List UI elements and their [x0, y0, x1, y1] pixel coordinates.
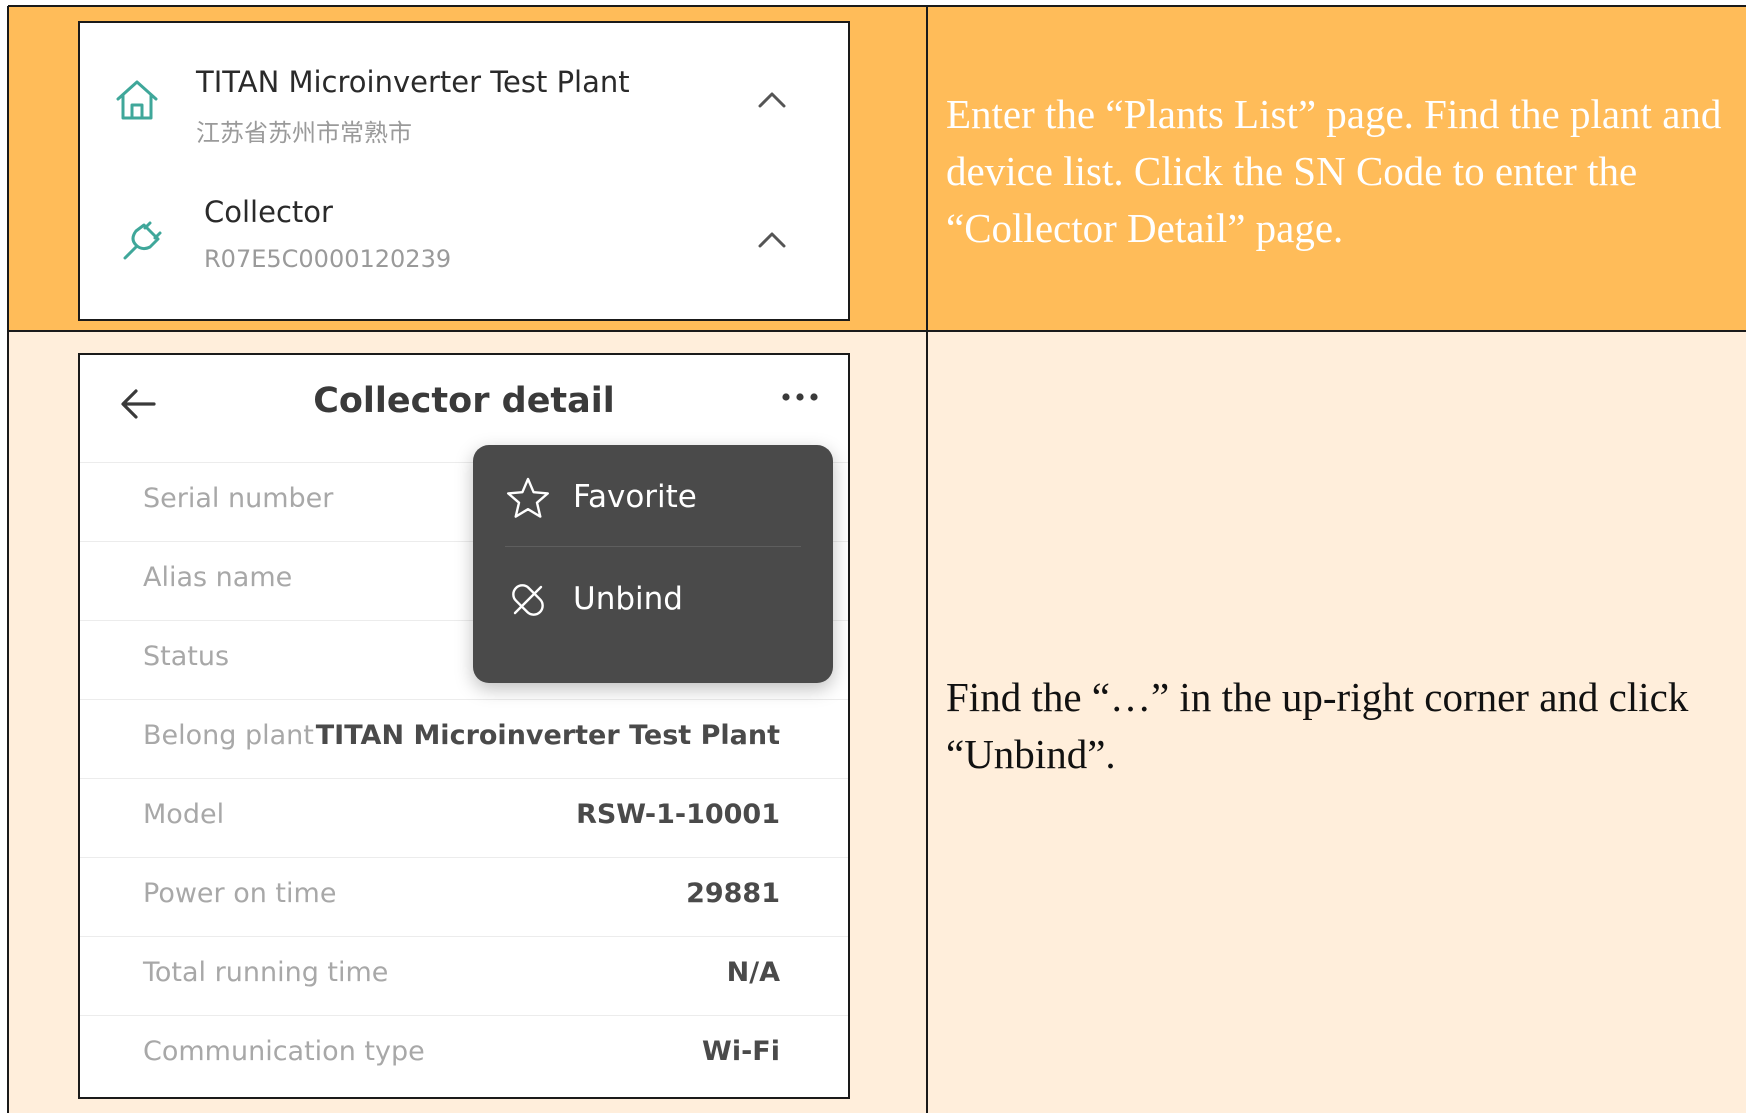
unlink-icon [512, 584, 544, 616]
plant-list-item[interactable]: TITAN Microinverter Test Plant 江苏省苏州市常熟市 [80, 23, 848, 173]
table-border-divider [926, 6, 928, 1113]
detail-row-model: Model RSW-1-10001 [80, 778, 848, 857]
detail-value: 29881 [686, 878, 780, 909]
plug-icon [123, 221, 162, 260]
home-icon [116, 80, 158, 120]
detail-row-belong-plant: Belong plant TITAN Microinverter Test Pl… [80, 699, 848, 778]
device-list-item[interactable]: Collector R07E5C0000120239 [80, 173, 848, 319]
detail-label: Total running time [143, 957, 389, 988]
menu-item-label: Unbind [573, 581, 683, 617]
star-icon [507, 477, 549, 518]
detail-value: RSW-1-10001 [576, 799, 780, 830]
more-icon[interactable] [780, 389, 820, 405]
page-title: Collector detail [313, 381, 615, 421]
detail-label: Belong plant [143, 720, 314, 751]
menu-item-label: Favorite [573, 479, 697, 515]
detail-label: Alias name [143, 562, 293, 593]
plant-location: 江苏省苏州市常熟市 [196, 119, 412, 147]
plant-list-screenshot: TITAN Microinverter Test Plant 江苏省苏州市常熟市… [78, 21, 850, 321]
detail-value: N/A [726, 957, 780, 988]
instruction-table: TITAN Microinverter Test Plant 江苏省苏州市常熟市… [0, 0, 1746, 1113]
step2-instruction: Find the “…” in the up-right corner and … [946, 674, 1689, 777]
menu-item-favorite[interactable]: Favorite [473, 447, 833, 547]
detail-label: Communication type [143, 1036, 425, 1067]
detail-row-power-on-time: Power on time 29881 [80, 857, 848, 936]
detail-label: Status [143, 641, 230, 672]
table-border-middle [8, 330, 1746, 332]
detail-label: Power on time [143, 878, 337, 909]
step1-instruction: Enter the “Plants List” page. Find the p… [946, 91, 1722, 251]
device-type: Collector [204, 195, 333, 229]
chevron-up-icon[interactable] [754, 227, 790, 251]
table-border-top [8, 5, 1746, 7]
device-sn[interactable]: R07E5C0000120239 [204, 245, 451, 273]
detail-row-communication-type: Communication type Wi-Fi [80, 1015, 848, 1094]
more-menu-popup: Favorite Unbind [473, 445, 833, 683]
detail-label: Model [143, 799, 225, 830]
detail-value: Wi-Fi [702, 1036, 780, 1067]
menu-item-unbind[interactable]: Unbind [473, 549, 833, 649]
collector-detail-screenshot: Collector detail Serial number Alias nam… [78, 353, 850, 1099]
chevron-up-icon[interactable] [754, 87, 790, 111]
table-border-left [7, 6, 9, 1113]
detail-row-total-running-time: Total running time N/A [80, 936, 848, 1015]
detail-label: Serial number [143, 483, 334, 514]
plant-name: TITAN Microinverter Test Plant [196, 65, 630, 99]
menu-divider [505, 546, 801, 547]
detail-value: TITAN Microinverter Test Plant [315, 720, 780, 751]
